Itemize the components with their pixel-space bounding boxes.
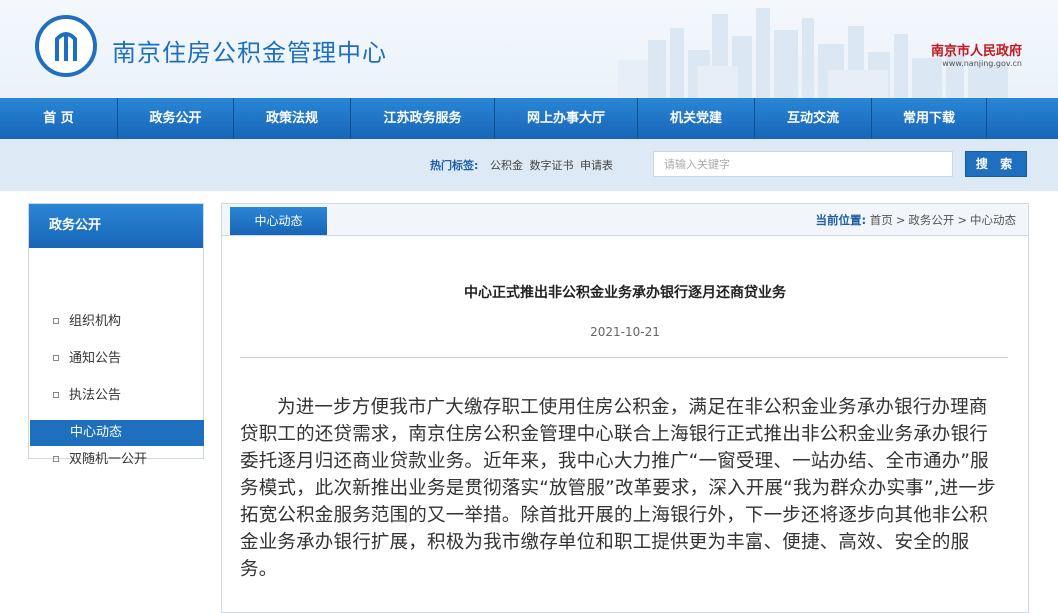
search-bar: 热门标签: 公积金 数字证书 申请表 搜 索 [0,139,1058,191]
sidebar-item-organization[interactable]: 组织机构 [29,309,203,335]
site-header: 南京住房公积金管理中心 南京市人民政府 www.nanjing.gov.cn [0,0,1058,98]
square-bullet-icon [53,392,59,398]
square-bullet-icon [53,355,59,361]
housing-fund-logo-icon[interactable] [35,15,97,77]
nav-item-interaction[interactable]: 互动交流 [755,98,872,139]
sidebar-item-label: 组织机构 [69,314,122,329]
square-bullet-icon [53,318,59,324]
sidebar-item-enforcement[interactable]: 执法公告 [29,383,203,409]
nav-item-policies[interactable]: 政策法规 [234,98,351,139]
nav-item-government-affairs[interactable]: 政务公开 [118,98,234,139]
breadcrumb-separator: > [895,213,906,227]
main-nav: 首 页 政务公开 政策法规 江苏政务服务 网上办事大厅 机关党建 互动交流 常用… [0,98,1058,139]
hot-tag-link[interactable]: 公积金 [490,159,523,172]
nav-item-home[interactable]: 首 页 [0,98,118,139]
article-body: 为进一步方便我市广大缴存职工使用住房公积金，满足在非公积金业务承办银行办理商贷职… [240,397,996,580]
nav-item-jiangsu-services[interactable]: 江苏政务服务 [351,98,495,139]
breadcrumb: 当前位置: 首页 > 政务公开 > 中心动态 [815,212,1016,228]
sidebar-title: 政务公开 [29,204,203,248]
nanjing-gov-logo[interactable]: 南京市人民政府 www.nanjing.gov.cn [931,40,1022,68]
sidebar-item-label: 中心动态 [70,425,123,440]
sidebar: 政务公开 组织机构 通知公告 执法公告 中心动态 双随机一公开 [28,203,204,467]
hot-tag-link[interactable]: 申请表 [580,159,613,172]
search-button[interactable]: 搜 索 [965,151,1027,177]
tab-center-news[interactable]: 中心动态 [230,207,327,235]
nav-item-online-hall[interactable]: 网上办事大厅 [495,98,638,139]
sidebar-item-notices[interactable]: 通知公告 [29,346,203,372]
breadcrumb-label: 当前位置: [815,213,867,227]
square-bullet-icon [53,456,59,462]
content-header: 中心动态 当前位置: 首页 > 政务公开 > 中心动态 [222,204,1028,236]
sidebar-item-label: 通知公告 [69,351,122,366]
nav-item-downloads[interactable]: 常用下载 [872,98,987,139]
breadcrumb-separator: > [957,213,967,227]
nav-item-party-building[interactable]: 机关党建 [638,98,755,139]
site-title[interactable]: 南京住房公积金管理中心 [112,33,387,68]
hot-tag-link[interactable]: 数字证书 [530,159,574,172]
gov-name: 南京市人民政府 [930,44,1022,59]
sidebar-item-label: 双随机一公开 [69,452,148,467]
breadcrumb-link-government-affairs[interactable]: 政务公开 [908,213,954,227]
article-title: 中心正式推出非公积金业务承办银行逐月还商贷业务 [464,285,786,301]
hot-tags: 公积金 数字证书 申请表 [490,157,616,173]
hot-tags-label: 热门标签: [430,159,479,172]
breadcrumb-link-center-news[interactable]: 中心动态 [970,213,1016,227]
breadcrumb-link-home[interactable]: 首页 [870,213,893,227]
gov-url: www.nanjing.gov.cn [942,59,1022,68]
search-input[interactable] [653,151,953,177]
main-content: 中心动态 当前位置: 首页 > 政务公开 > 中心动态 中心正式推出非公积金业务承办银行… [221,203,1029,613]
sidebar-item-center-news[interactable]: 中心动态 [30,420,204,446]
sidebar-item-label: 执法公告 [69,388,122,403]
article-divider [240,357,1008,358]
sidebar-item-random-inspection[interactable]: 双随机一公开 [29,447,203,473]
article-date: 2021-10-21 [590,325,660,339]
